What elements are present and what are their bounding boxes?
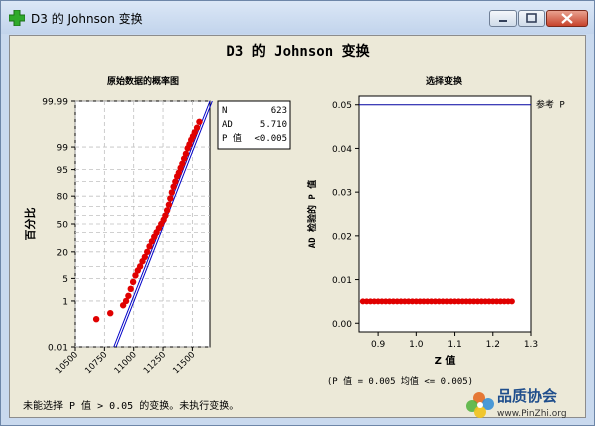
prob-point: [143, 248, 151, 256]
watermark-url: www.PinZhi.org: [497, 409, 567, 419]
prob-point: [193, 124, 201, 131]
prob-point: [127, 285, 134, 293]
maximize-icon: [526, 13, 537, 23]
stats-box: N 623 AD 5.710 P 值 <0.005: [217, 100, 291, 150]
close-icon: [561, 13, 573, 24]
prob-y-tick-label: 20: [57, 248, 69, 258]
select-annotation: (P 值 = 0.005 均值 <= 0.005): [327, 375, 473, 387]
select-plot-area: [358, 95, 532, 333]
stats-n-value: 623: [271, 106, 287, 116]
prob-point: [165, 201, 173, 208]
stats-n-label: N: [222, 106, 227, 116]
prob-point: [92, 315, 100, 323]
select-y-tick-label: 0.01: [332, 276, 352, 286]
prob-point: [129, 278, 137, 286]
application-window: D3 的 Johnson 变换 D3 的 Johnson 变换 原始数据的概率图…: [0, 0, 595, 426]
select-x-axis-label: Z 值: [435, 354, 456, 367]
prob-point: [168, 189, 176, 196]
prob-y-tick-label: 80: [57, 193, 69, 203]
select-point: [508, 298, 515, 305]
minimize-icon: [499, 20, 507, 22]
prob-point: [167, 195, 174, 202]
select-x-tick-label: 1.1: [447, 340, 461, 350]
prob-point: [196, 118, 203, 125]
prob-point: [125, 292, 132, 299]
select-x-tick-label: 1.0: [409, 340, 424, 350]
stats-ad-value: 5.710: [260, 120, 287, 130]
stats-p-value: <0.005: [254, 134, 287, 144]
prob-point: [107, 309, 114, 317]
footer-note: 未能选择 P 值 > 0.05 的变换。未执行变换。: [23, 399, 239, 412]
prob-point: [182, 150, 190, 158]
graph-window: D3 的 Johnson 变换 原始数据的概率图 0.01 1 5 20 50 80 95 9…: [9, 35, 586, 418]
reference-p-label: 参考 P: [536, 99, 565, 111]
maximize-button[interactable]: [518, 10, 545, 27]
prob-y-tick-label: 99: [57, 144, 69, 154]
johnson-transformation-graph: D3 的 Johnson 变换 原始数据的概率图 0.01 1 5 20 50 80 95 9…: [10, 36, 585, 417]
prob-plot-title: 原始数据的概率图: [107, 75, 179, 87]
prob-y-tick-label: 99.99: [42, 98, 68, 108]
graph-main-title: D3 的 Johnson 变换: [226, 43, 370, 60]
select-x-tick-label: 0.9: [371, 340, 386, 350]
minimize-button[interactable]: [489, 10, 517, 27]
select-y-tick-label: 0.00: [332, 320, 352, 330]
watermark-name: 品质协会: [497, 387, 557, 405]
prob-y-tick-label: 0.01: [48, 344, 68, 354]
select-plot-title: 选择变换: [426, 75, 463, 87]
select-y-tick-label: 0.04: [332, 145, 352, 155]
prob-y-tick-label: 5: [62, 275, 68, 285]
select-y-tick-label: 0.02: [332, 232, 352, 242]
prob-point: [163, 207, 171, 214]
prob-y-axis-label: 百分比: [23, 208, 37, 241]
watermark-logo: 品质协会 www.PinZhi.org: [466, 387, 567, 419]
prob-y-tick-label: 95: [57, 166, 68, 176]
select-points: [359, 298, 515, 305]
stats-ad-label: AD: [222, 120, 233, 130]
title-bar[interactable]: D3 的 Johnson 变换: [1, 1, 594, 34]
select-y-tick-label: 0.05: [332, 101, 352, 111]
select-x-tick-label: 1.3: [524, 340, 538, 350]
select-y-tick-label: 0.03: [332, 189, 352, 199]
flower-logo-icon: [466, 392, 494, 418]
stats-p-label: P 值: [222, 132, 242, 144]
prob-y-tick-label: 1: [62, 297, 68, 307]
close-button[interactable]: [546, 10, 588, 27]
select-y-axis-label: AD 检验的 P 值: [306, 180, 318, 249]
green-plus-icon: [9, 10, 25, 26]
window-title: D3 的 Johnson 变换: [31, 12, 143, 26]
prob-y-tick-label: 50: [57, 221, 69, 231]
select-x-tick-label: 1.2: [486, 340, 500, 350]
